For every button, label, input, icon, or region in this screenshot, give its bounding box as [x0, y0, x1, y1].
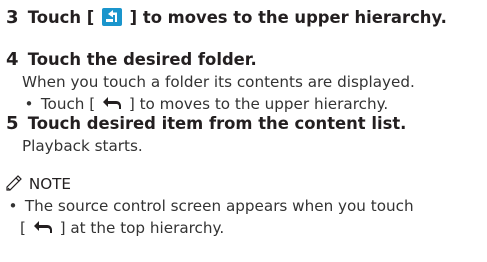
step-3-text-start: Touch [	[27, 8, 95, 27]
back-arrow-icon	[33, 221, 52, 233]
up-hierarchy-icon	[101, 8, 122, 26]
step-5-body: Playback starts.	[22, 137, 143, 155]
bullet-text-start: Touch [	[40, 95, 96, 113]
note-text-2-end: ] at the top hierarchy.	[59, 219, 225, 237]
bullet-dot: •	[24, 95, 34, 113]
step-4: 4 Touch the desired folder. When you tou…	[6, 50, 415, 114]
step-5-heading: 5 Touch desired item from the content li…	[6, 114, 406, 134]
step-4-heading: 4 Touch the desired folder.	[6, 50, 415, 70]
step-number: 4	[6, 49, 19, 70]
step-4-text: Touch the desired folder.	[27, 50, 257, 69]
note-label: NOTE	[28, 175, 72, 193]
note-line-1: • The source control screen appears when…	[6, 196, 414, 216]
step-4-bullet: • Touch [ ] to moves to the upper hierar…	[22, 94, 415, 114]
step-4-body: When you touch a folder its contents are…	[22, 73, 415, 91]
note-pencil-icon	[6, 175, 22, 191]
bullet-text-end: ] to moves to the upper hierarchy.	[128, 95, 389, 113]
step-number: 5	[6, 113, 19, 134]
note-section: NOTE • The source control screen appears…	[6, 174, 414, 238]
step-5-text: Touch desired item from the content list…	[27, 114, 407, 133]
step-3: 3 Touch [ ] to moves to the upper hierar…	[6, 8, 447, 28]
step-5: 5 Touch desired item from the content li…	[6, 114, 406, 156]
step-number: 3	[6, 7, 19, 28]
note-text-1: The source control screen appears when y…	[24, 197, 414, 215]
back-arrow-icon	[103, 97, 121, 109]
bullet-dot: •	[8, 197, 18, 215]
note-text-2-start: [	[20, 219, 26, 237]
step-3-text-end: ] to moves to the upper hierarchy.	[129, 8, 447, 27]
step-3-heading: 3 Touch [ ] to moves to the upper hierar…	[6, 8, 447, 28]
note-line-2: [ ] at the top hierarchy.	[6, 218, 414, 238]
note-heading: NOTE	[6, 174, 414, 194]
